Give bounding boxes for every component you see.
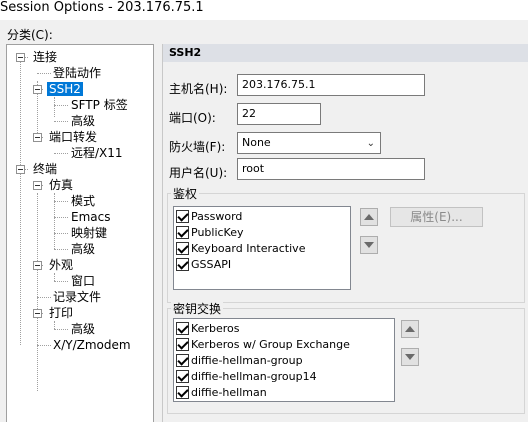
arrow-up-icon: [405, 326, 415, 332]
tree-item-print-advanced[interactable]: 高级: [69, 321, 97, 337]
tree-item-log-file[interactable]: 记录文件: [51, 289, 103, 305]
username-input[interactable]: root: [237, 158, 425, 180]
checkbox-checked-icon[interactable]: [176, 353, 189, 367]
list-item[interactable]: Kerberos: [176, 321, 239, 337]
tree-item-port-forwarding[interactable]: 端口转发: [47, 129, 99, 145]
tree-item-print[interactable]: 打印: [47, 305, 75, 321]
tree-item-remote-x11[interactable]: 远程/X11: [69, 145, 125, 161]
tree-item-keymap[interactable]: 映射键: [69, 225, 109, 241]
username-label: 用户名(U):: [169, 166, 228, 180]
category-label: 分类(C):: [7, 28, 53, 42]
firewall-value: None: [242, 136, 271, 149]
collapse-print-icon[interactable]: [33, 309, 42, 318]
tree-item-emulation[interactable]: 仿真: [47, 177, 75, 193]
firewall-select[interactable]: None ⌄: [237, 132, 381, 154]
tree-item-mode[interactable]: 模式: [69, 193, 97, 209]
tree-item-connection[interactable]: 连接: [31, 49, 59, 65]
kex-algorithm-list[interactable]: Kerberos Kerberos w/ Group Exchange diff…: [173, 318, 395, 402]
auth-method-list[interactable]: Password PublicKey Keyboard Interactive …: [173, 206, 351, 290]
list-item[interactable]: diffie-hellman-group: [176, 353, 303, 369]
collapse-appearance-icon[interactable]: [33, 261, 42, 270]
list-item[interactable]: diffie-hellman-group14: [176, 369, 317, 385]
list-item[interactable]: PublicKey: [176, 225, 244, 241]
collapse-ssh2-icon[interactable]: [33, 85, 42, 94]
list-item[interactable]: Kerberos w/ Group Exchange: [176, 337, 350, 353]
collapse-terminal-icon[interactable]: [16, 165, 25, 174]
chevron-down-icon: ⌄: [366, 138, 375, 149]
checkbox-checked-icon[interactable]: [176, 369, 189, 383]
arrow-up-icon: [364, 214, 374, 220]
collapse-port-forward-icon[interactable]: [33, 133, 42, 142]
checkbox-checked-icon[interactable]: [176, 241, 189, 255]
list-item[interactable]: diffie-hellman: [176, 385, 267, 401]
auth-move-up-button[interactable]: [360, 208, 378, 226]
tree-item-login-actions[interactable]: 登陆动作: [51, 65, 103, 81]
tree-item-xyzmodem[interactable]: X/Y/Zmodem: [51, 337, 133, 353]
ssh2-settings-panel: SSH2 主机名(H): 203.176.75.1 端口(O): 22 防火墙(…: [162, 44, 528, 422]
checkbox-checked-icon[interactable]: [176, 209, 189, 223]
checkbox-checked-icon[interactable]: [176, 321, 189, 335]
window-title: Session Options - 203.176.75.1: [0, 0, 528, 20]
list-item[interactable]: Keyboard Interactive: [176, 241, 305, 257]
checkbox-checked-icon[interactable]: [176, 225, 189, 239]
port-input[interactable]: 22: [237, 103, 321, 125]
arrow-down-icon: [364, 242, 374, 248]
tree-item-ssh2[interactable]: SSH2: [47, 81, 83, 97]
auth-group-title: 鉴权: [171, 185, 200, 202]
tree-item-appearance[interactable]: 外观: [47, 257, 75, 273]
category-tree[interactable]: 连接 登陆动作 SSH2 SFTP 标签 高级 端口转发 远程/X11 终端 仿…: [6, 44, 154, 422]
arrow-down-icon: [405, 354, 415, 360]
tree-item-emulation-advanced[interactable]: 高级: [69, 241, 97, 257]
port-label: 端口(O):: [169, 111, 216, 125]
hostname-input[interactable]: 203.176.75.1: [237, 74, 425, 96]
properties-button[interactable]: 属性(E)...: [390, 207, 483, 227]
list-item[interactable]: Password: [176, 209, 242, 225]
kex-move-up-button[interactable]: [401, 320, 419, 338]
collapse-emulation-icon[interactable]: [33, 181, 42, 190]
panel-header: SSH2: [163, 44, 528, 62]
hostname-label: 主机名(H):: [169, 82, 228, 96]
tree-item-terminal[interactable]: 终端: [31, 161, 59, 177]
kex-move-down-button[interactable]: [401, 348, 419, 366]
checkbox-checked-icon[interactable]: [176, 385, 189, 399]
firewall-label: 防火墙(F):: [169, 140, 226, 154]
checkbox-checked-icon[interactable]: [176, 257, 189, 271]
auth-move-down-button[interactable]: [360, 236, 378, 254]
tree-item-sftp-tab[interactable]: SFTP 标签: [69, 97, 130, 113]
tree-item-ssh2-advanced[interactable]: 高级: [69, 113, 97, 129]
collapse-connection-icon[interactable]: [16, 53, 25, 62]
checkbox-checked-icon[interactable]: [176, 337, 189, 351]
tree-item-emacs[interactable]: Emacs: [69, 209, 112, 225]
tree-item-window[interactable]: 窗口: [69, 273, 97, 289]
kex-group-title: 密钥交换: [171, 300, 224, 317]
list-item[interactable]: GSSAPI: [176, 257, 231, 273]
